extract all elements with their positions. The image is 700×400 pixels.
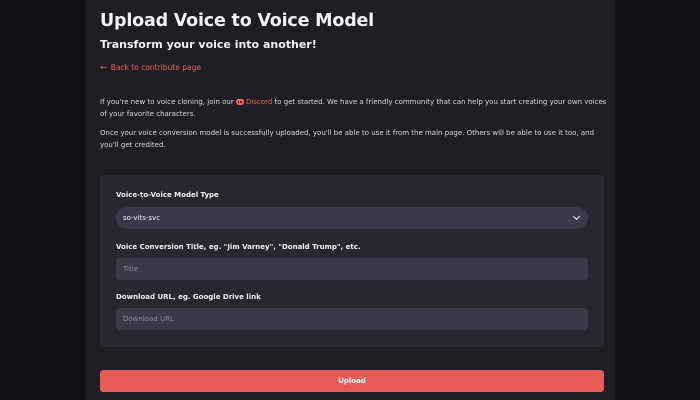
upload-form: Voice-to-Voice Model Type so-vits-svc Vo… [100,175,604,347]
arrow-left-icon: ← [100,63,107,72]
back-link-label: Back to contribute page [110,63,201,72]
intro-text-start: If you're new to voice cloning, join our [100,98,234,106]
discord-icon [235,99,244,105]
model-type-value: so-vits-svc [123,214,161,222]
title-placeholder: Title [123,265,139,273]
download-url-input[interactable]: Download URL [116,308,588,330]
chevron-down-icon [572,212,581,221]
discord-link[interactable]: Discord [235,98,273,106]
download-url-placeholder: Download URL [123,315,174,323]
model-type-select[interactable]: so-vits-svc [116,207,588,229]
page-title: Upload Voice to Voice Model [100,11,374,31]
download-url-label: Download URL, eg. Google Drive link [116,293,261,301]
model-type-label: Voice-to-Voice Model Type [116,191,219,199]
discord-link-label: Discord [245,98,273,106]
left-margin [0,0,85,400]
page-subtitle: Transform your voice into another! [100,38,317,51]
info-paragraph: Once your voice conversion model is succ… [100,129,595,149]
page-container: Upload Voice to Voice Model Transform yo… [85,0,615,400]
title-label: Voice Conversion Title, eg. "Jim Varney"… [116,243,361,251]
title-input[interactable]: Title [116,258,588,280]
right-margin [615,0,700,400]
intro-paragraph: If you're new to voice cloning, join our… [100,97,610,120]
upload-button[interactable]: Upload [100,370,604,392]
back-link[interactable]: ← Back to contribute page [100,63,201,72]
